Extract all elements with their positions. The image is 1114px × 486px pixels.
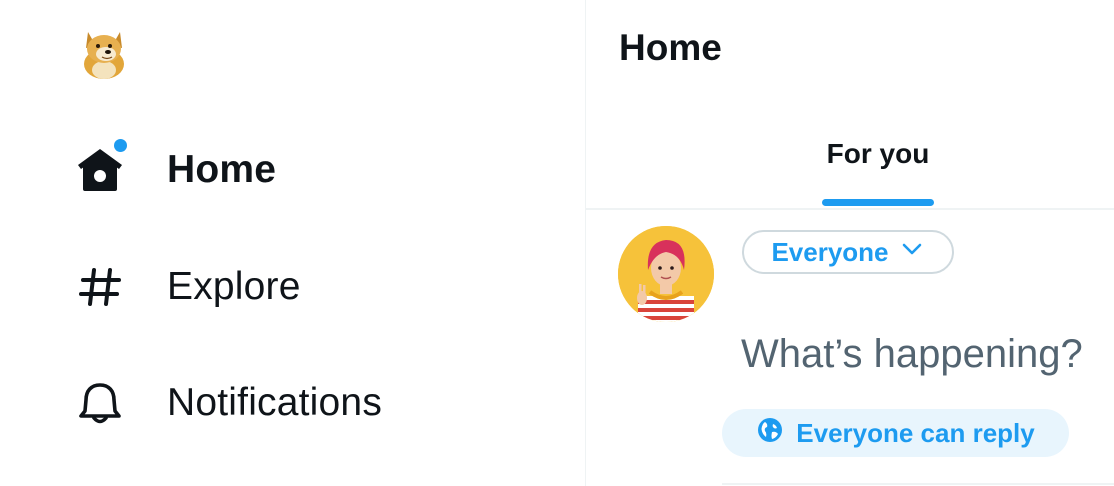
avatar[interactable] xyxy=(618,226,714,322)
audience-selector-button[interactable]: Everyone xyxy=(742,230,954,274)
notification-dot xyxy=(114,139,127,152)
page-title: Home xyxy=(619,27,722,68)
sidebar-item-home[interactable]: Home xyxy=(72,138,276,202)
sidebar-item-label: Home xyxy=(167,148,277,191)
tab-active-indicator xyxy=(822,199,934,206)
audience-label: Everyone xyxy=(771,236,889,267)
home-icon xyxy=(72,139,128,198)
tab-label: For you xyxy=(826,138,930,169)
sidebar-item-label: Explore xyxy=(167,265,301,308)
chevron-down-icon xyxy=(899,236,925,269)
main-column: Home For you Everyone What’s happening? … xyxy=(586,0,1114,486)
reply-setting-label: Everyone can reply xyxy=(796,417,1035,448)
reply-setting-button[interactable]: Everyone can reply xyxy=(722,409,1069,457)
sidebar-item-label: Notifications xyxy=(167,381,383,424)
sidebar-item-notifications[interactable]: Notifications xyxy=(72,371,382,435)
compose-input[interactable] xyxy=(741,322,1113,386)
bell-icon xyxy=(72,375,128,431)
tab-for-you[interactable]: For you xyxy=(822,118,934,208)
hashtag-icon xyxy=(72,259,128,315)
sidebar: Home Explore Notifications xyxy=(0,0,585,486)
header-divider xyxy=(586,208,1114,210)
globe-icon xyxy=(756,416,784,451)
sidebar-item-explore[interactable]: Explore xyxy=(72,255,301,319)
composer-divider xyxy=(722,483,1114,485)
doge-logo-icon[interactable] xyxy=(80,24,128,80)
